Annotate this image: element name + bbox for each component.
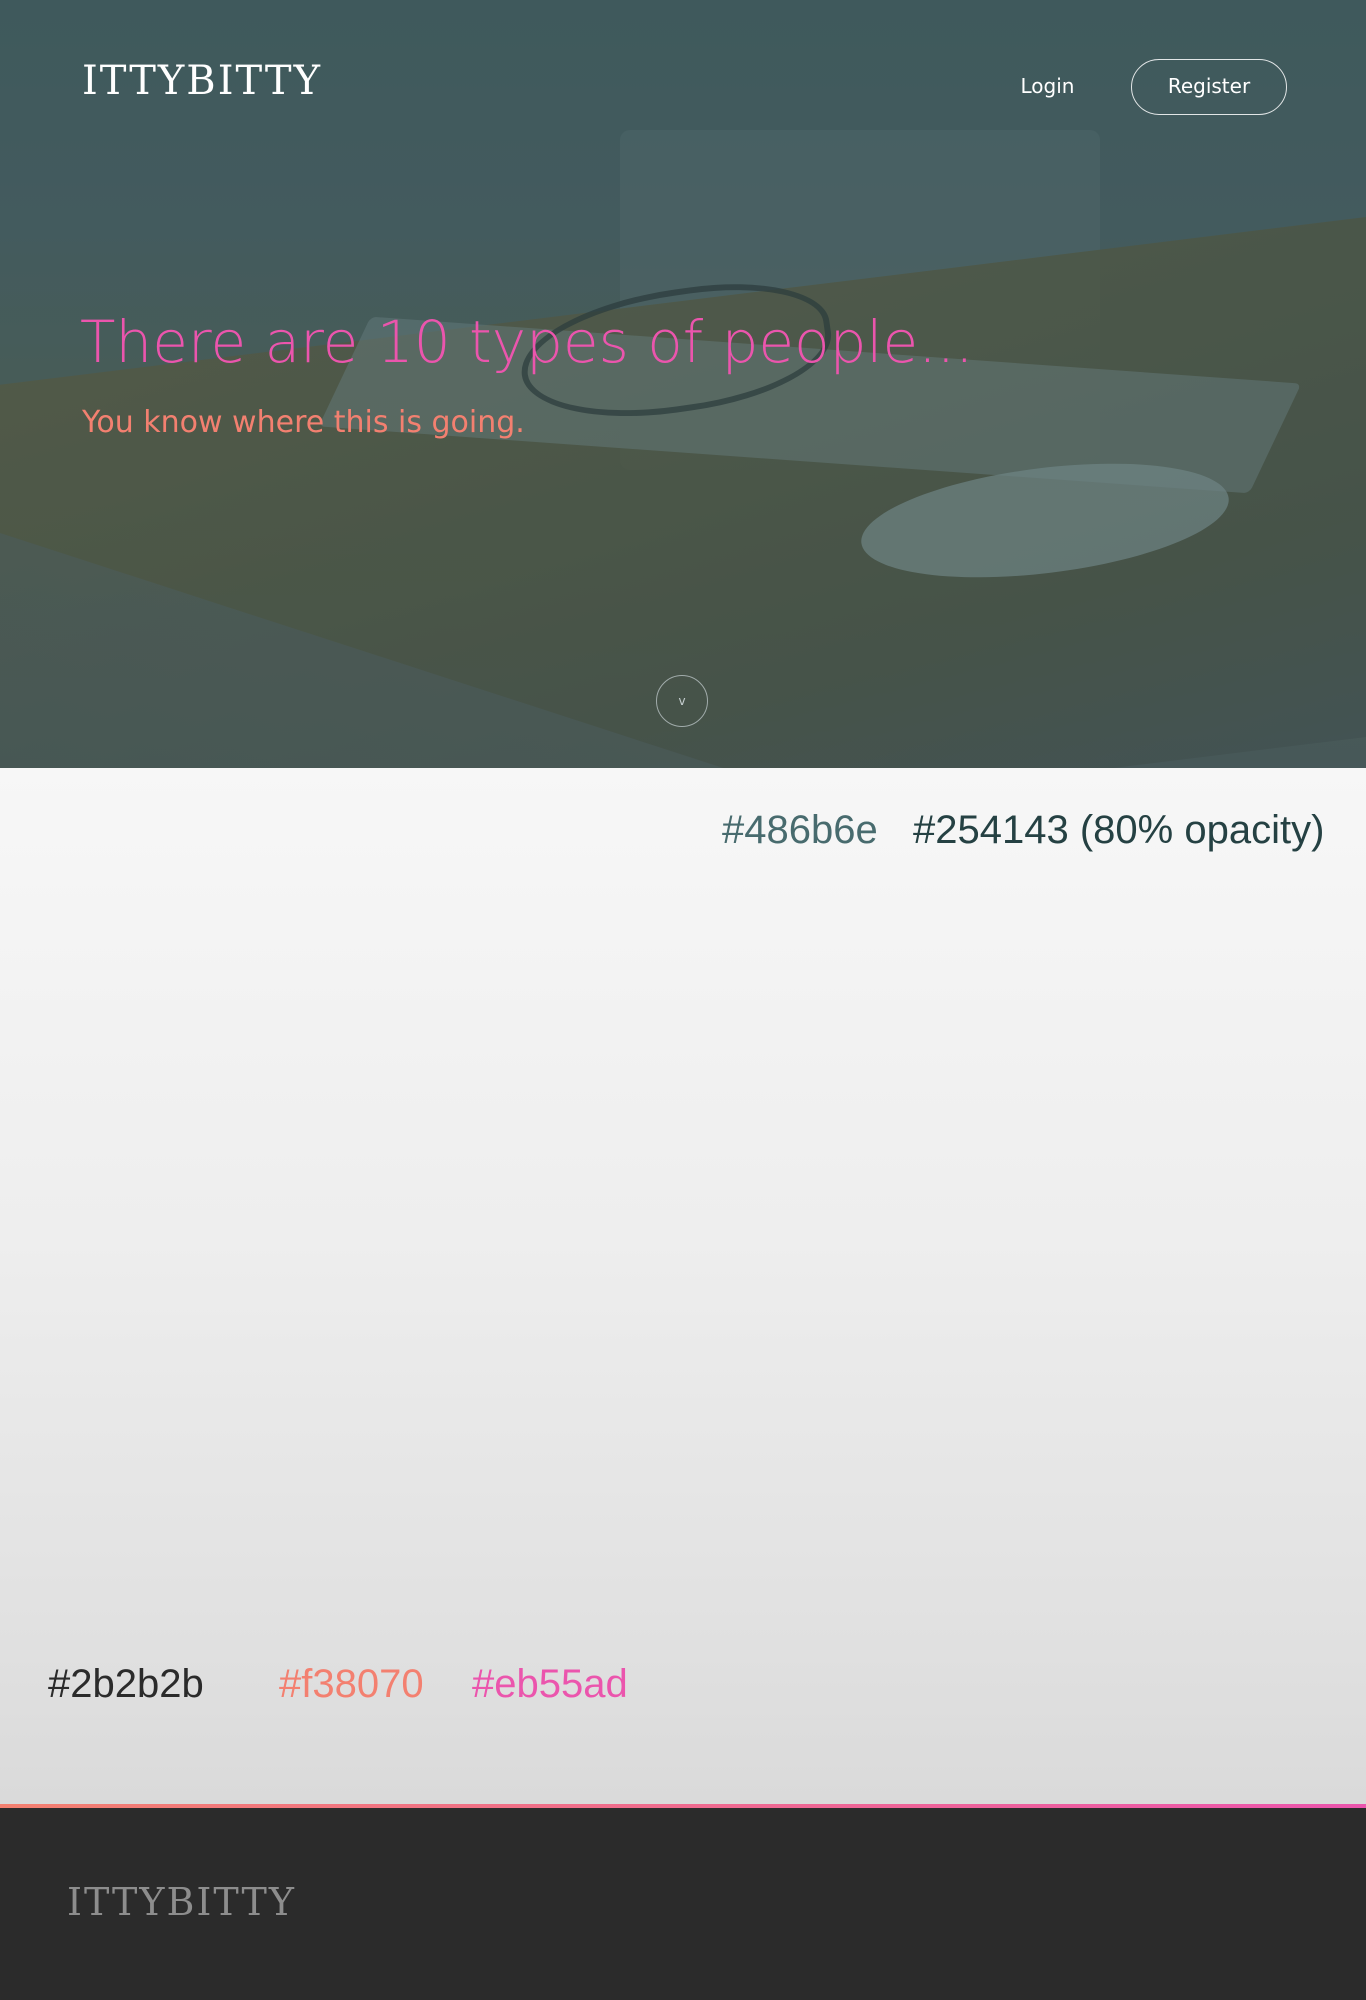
footer-brand-logo[interactable]: ITTYBITTY bbox=[67, 1880, 296, 1924]
chevron-down-icon: v bbox=[678, 694, 686, 708]
hero-overlay bbox=[0, 0, 1366, 768]
scroll-down-button[interactable]: v bbox=[656, 675, 708, 727]
hero-subheadline: You know where this is going. bbox=[82, 405, 525, 440]
swatch-dark: #2b2b2b bbox=[48, 1662, 204, 1706]
hero-section bbox=[0, 0, 1366, 768]
hero-headline: There are 10 types of people... bbox=[80, 308, 974, 376]
swatch-primary: #486b6e bbox=[722, 808, 878, 852]
swatch-coral: #f38070 bbox=[279, 1662, 424, 1706]
login-link[interactable]: Login bbox=[1000, 74, 1095, 98]
swatch-overlay: #254143 (80% opacity) bbox=[913, 808, 1325, 852]
brand-logo[interactable]: ITTYBITTY bbox=[82, 58, 322, 104]
color-swatch-section bbox=[0, 768, 1366, 1804]
register-button[interactable]: Register bbox=[1131, 59, 1287, 115]
swatch-pink: #eb55ad bbox=[472, 1662, 628, 1706]
